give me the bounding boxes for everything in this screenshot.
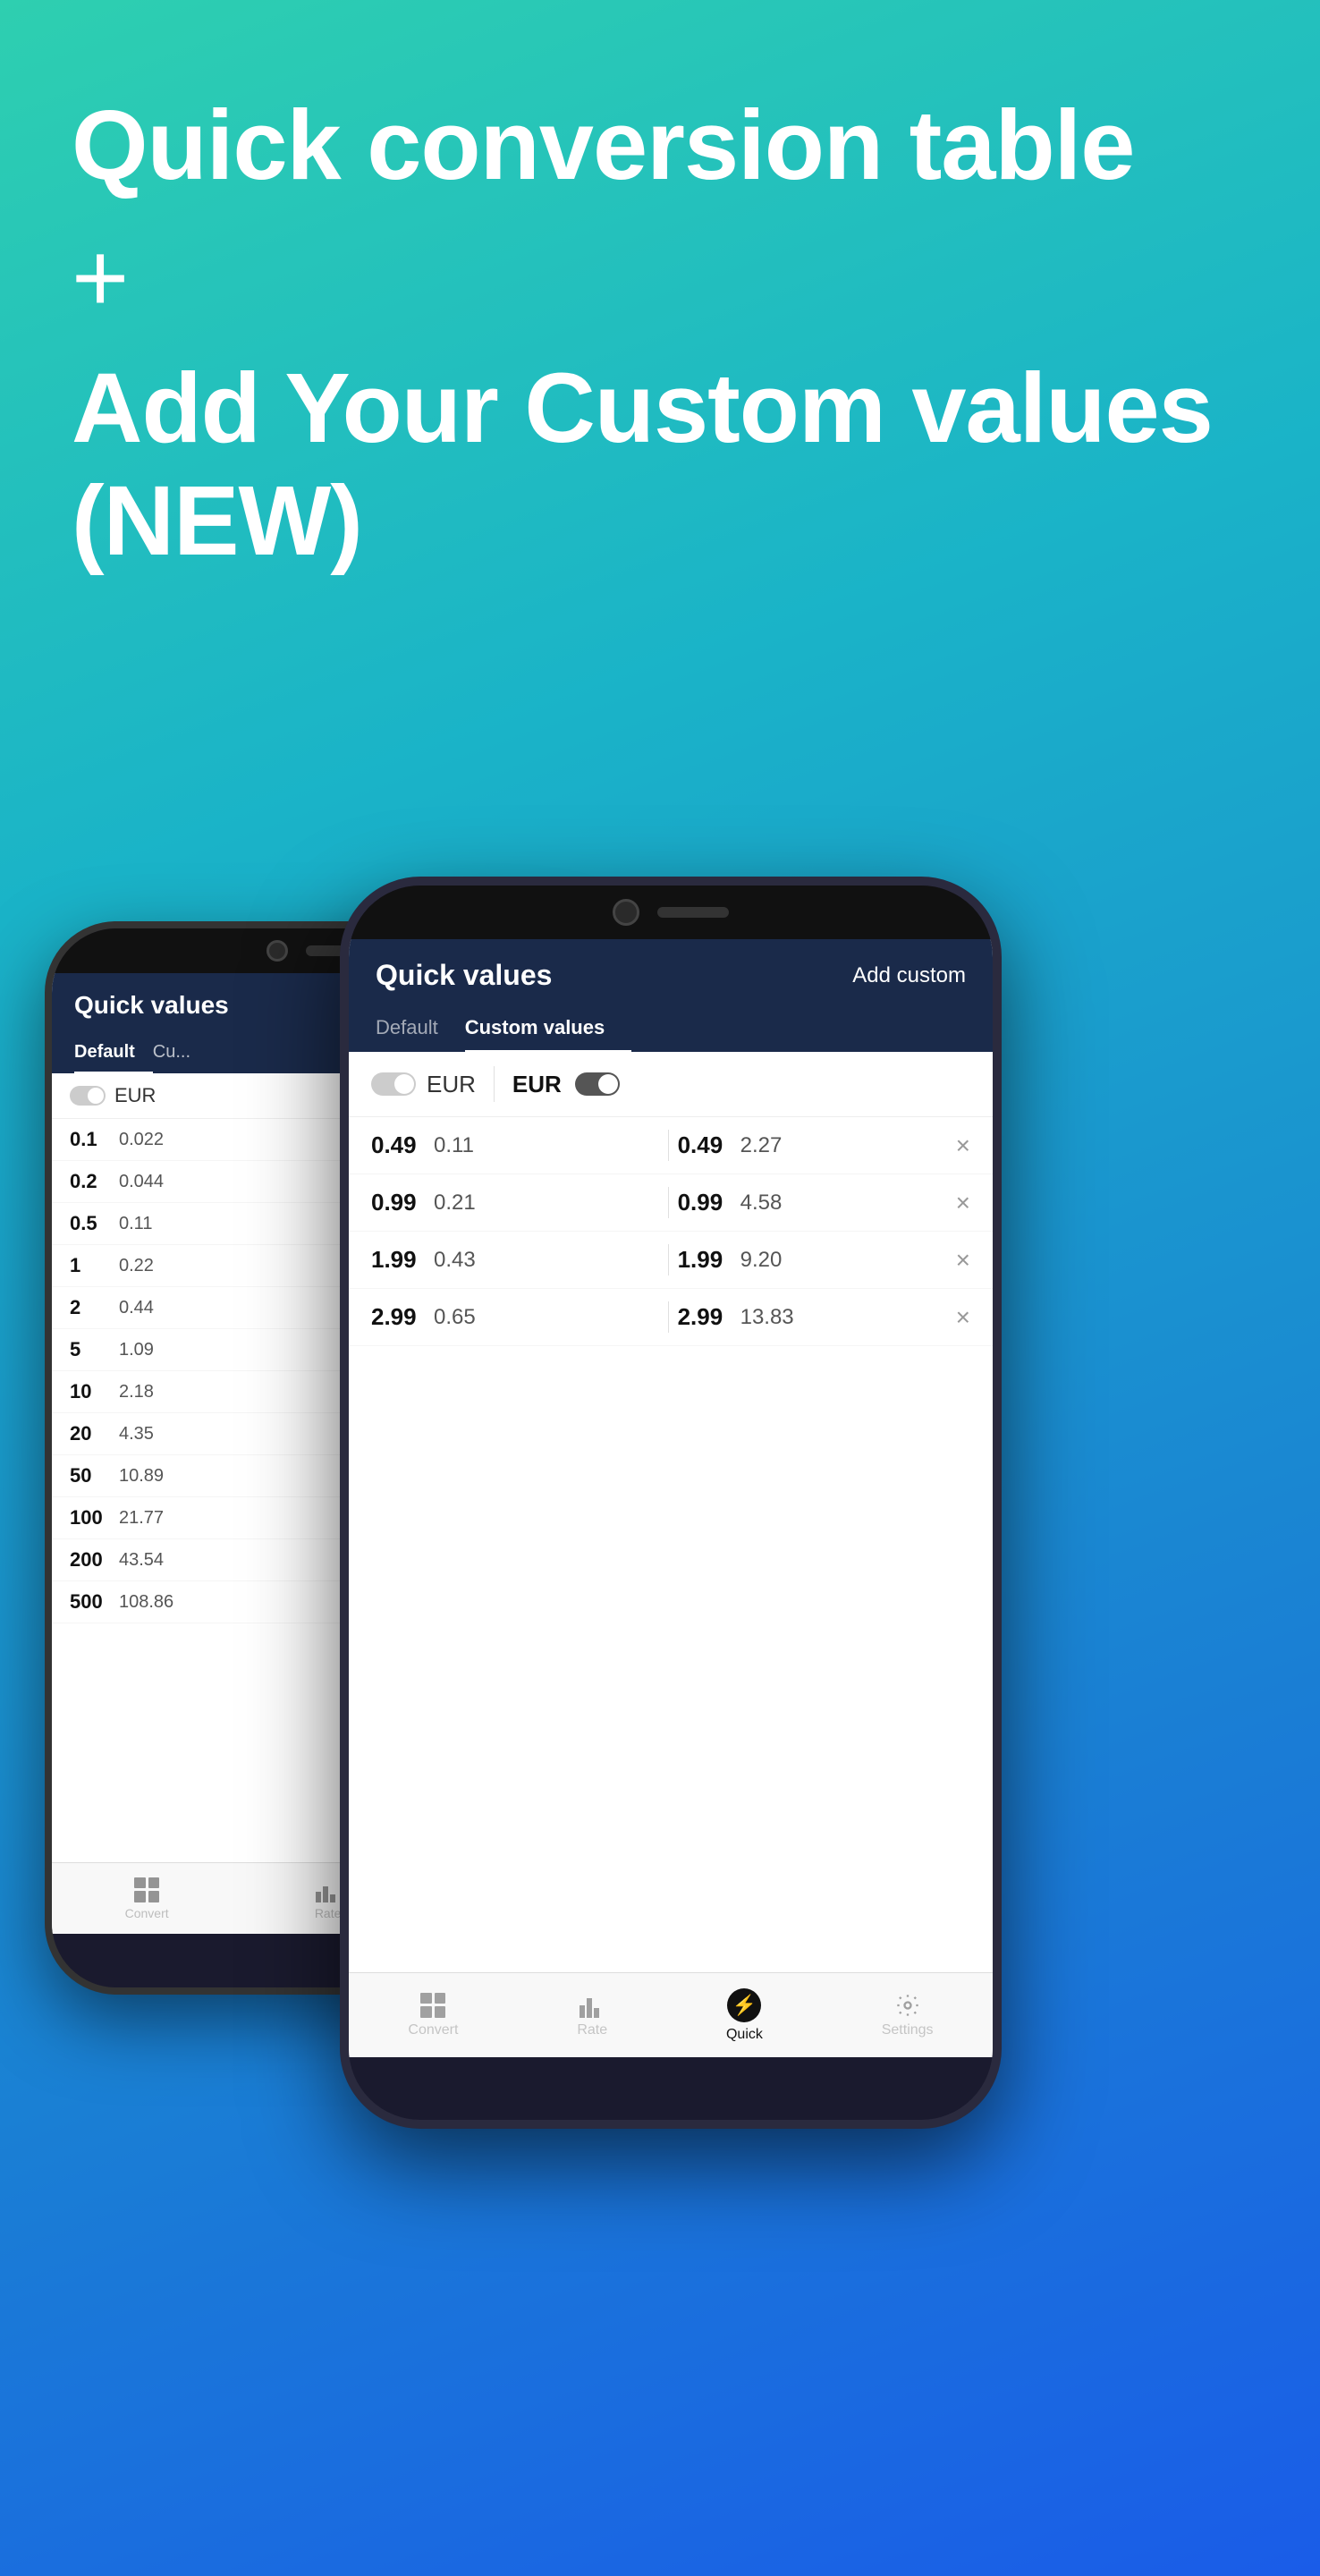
phone-front: Quick values Add custom Default Custom v… (340, 877, 1002, 2129)
hero-section: Quick conversion table + Add Your Custom… (0, 0, 1320, 632)
hero-subtitle: Add Your Custom values (NEW) (72, 352, 1248, 579)
speaker-front-icon (657, 907, 729, 918)
grid-icon-front (420, 1993, 445, 2018)
quick-icon-front: ⚡ (727, 1988, 761, 2022)
currency-right-section: EUR (512, 1071, 620, 1098)
camera-icon (267, 940, 288, 962)
bottom-nav-front: Convert Rate ⚡ Quick (349, 1972, 993, 2057)
currency-header-front: EUR EUR (349, 1052, 993, 1117)
currency-left-front: EUR (427, 1071, 476, 1098)
camera-front-icon (613, 899, 639, 926)
phones-container: Quick values Default Cu... EUR EUR 0.1 0… (0, 877, 1320, 2576)
hero-title: Quick conversion table (72, 89, 1248, 203)
delete-row-button[interactable]: × (956, 1303, 970, 1332)
tab-default-front[interactable]: Default (376, 1005, 465, 1052)
conv-left: 0.99 0.21 (371, 1189, 659, 1216)
bar-icon (316, 1877, 341, 1902)
grid-icon (134, 1877, 159, 1902)
app-screen-front: Quick values Add custom Default Custom v… (349, 939, 993, 2057)
app-tabs-front: Default Custom values (349, 1005, 993, 1052)
conversion-list-front: EUR EUR 0.49 0.11 0.49 (349, 1052, 993, 1972)
divider (494, 1066, 495, 1102)
nav-rate-label-front: Rate (577, 2022, 607, 2038)
tab-custom-front[interactable]: Custom values (465, 1005, 632, 1052)
phone-front-notch (349, 886, 993, 939)
table-row: 0.49 0.11 0.49 2.27 × (349, 1117, 993, 1174)
toggle-eur-left[interactable] (371, 1072, 416, 1096)
nav-settings-label-front: Settings (882, 2022, 934, 2038)
delete-row-button[interactable]: × (956, 1246, 970, 1275)
tab-custom-back[interactable]: Cu... (153, 1033, 208, 1073)
row-divider (668, 1244, 669, 1275)
app-title-front: Quick values (376, 959, 552, 992)
conv-left: 0.49 0.11 (371, 1131, 659, 1159)
nav-quick-label-front: Quick (726, 2027, 763, 2043)
currency-left-back: EUR (114, 1084, 156, 1107)
gear-icon-front (895, 1993, 920, 2018)
nav-settings-front[interactable]: Settings (882, 1993, 934, 2038)
nav-convert-front[interactable]: Convert (408, 1993, 458, 2038)
currency-right-front: EUR (512, 1071, 562, 1098)
hero-plus: + (72, 221, 1248, 335)
nav-quick-front[interactable]: ⚡ Quick (726, 1988, 763, 2043)
row-divider (668, 1130, 669, 1161)
nav-convert-back[interactable]: Convert (125, 1877, 169, 1920)
nav-rate-label: Rate (315, 1906, 342, 1920)
conv-left: 1.99 0.43 (371, 1246, 659, 1274)
conv-right: 0.99 4.58 × (678, 1189, 970, 1217)
row-divider (668, 1301, 669, 1333)
toggle-eur-right[interactable] (575, 1072, 620, 1096)
add-custom-button[interactable]: Add custom (852, 963, 966, 988)
nav-rate-back[interactable]: Rate (315, 1877, 342, 1920)
conv-left: 2.99 0.65 (371, 1303, 659, 1331)
tab-default-back[interactable]: Default (74, 1033, 153, 1073)
nav-convert-label-front: Convert (408, 2022, 458, 2038)
delete-row-button[interactable]: × (956, 1131, 970, 1160)
nav-rate-front[interactable]: Rate (577, 1993, 607, 2038)
app-header-front: Quick values Add custom (349, 939, 993, 1005)
toggle-eur-back[interactable] (70, 1086, 106, 1106)
delete-row-button[interactable]: × (956, 1189, 970, 1217)
bar-icon-front (580, 1993, 605, 2018)
conv-right: 1.99 9.20 × (678, 1246, 970, 1275)
nav-convert-label: Convert (125, 1906, 169, 1920)
table-row: 0.99 0.21 0.99 4.58 × (349, 1174, 993, 1232)
row-divider (668, 1187, 669, 1218)
table-row: 2.99 0.65 2.99 13.83 × (349, 1289, 993, 1346)
table-row: 1.99 0.43 1.99 9.20 × (349, 1232, 993, 1289)
conv-right: 0.49 2.27 × (678, 1131, 970, 1160)
conv-right: 2.99 13.83 × (678, 1303, 970, 1332)
